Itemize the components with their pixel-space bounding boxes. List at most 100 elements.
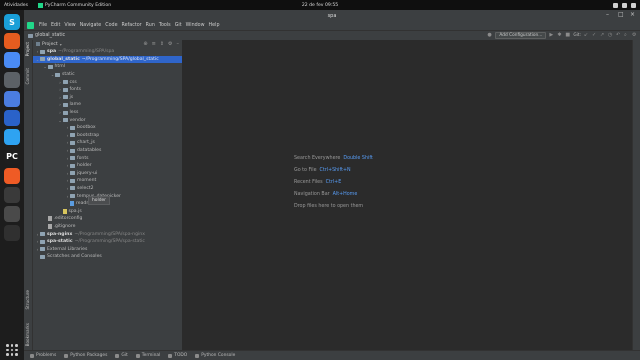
tree-row[interactable]: › lame: [33, 101, 182, 109]
dock-chrome-icon[interactable]: [4, 52, 20, 69]
git-update-icon[interactable]: ↙: [584, 33, 589, 38]
run-icon[interactable]: ▶: [549, 33, 554, 38]
dock-skype-icon[interactable]: S: [4, 14, 20, 30]
tab-project[interactable]: Project: [25, 42, 30, 56]
tree-row[interactable]: .editorconfig: [33, 215, 182, 223]
tree-row[interactable]: › datatables: [33, 147, 182, 155]
tree-row[interactable]: ⌄ html: [33, 63, 182, 71]
menu-item-tools[interactable]: Tools: [159, 23, 171, 28]
menu-item-view[interactable]: View: [64, 23, 75, 28]
chevron-right-icon[interactable]: ›: [58, 110, 63, 115]
tool-tab-python-console[interactable]: Python Console: [195, 353, 235, 358]
tree-row[interactable]: › js: [33, 94, 182, 102]
tool-tab-git[interactable]: Git: [115, 353, 128, 358]
dock-editor-icon[interactable]: [4, 90, 20, 107]
dock-firefox-icon[interactable]: [4, 33, 20, 50]
collapse-all-icon[interactable]: ≡: [152, 41, 156, 47]
tree-row[interactable]: › spa ~/Programming/SPA/spa: [33, 48, 182, 56]
tree-row[interactable]: ⌄ static: [33, 71, 182, 79]
tree-row[interactable]: › jquery-ui: [33, 170, 182, 178]
stop-icon[interactable]: ■: [565, 33, 570, 38]
chevron-right-icon[interactable]: ›: [58, 87, 63, 92]
expand-all-icon[interactable]: ⇕: [160, 41, 164, 47]
tab-structure[interactable]: Structure: [25, 290, 30, 309]
tree-row-label: css: [69, 79, 77, 85]
editor-area[interactable]: Search Everywhere Double Shift Go to File C…: [183, 40, 632, 350]
tool-tab-problems[interactable]: Problems: [30, 353, 56, 358]
tree-row[interactable]: › bootstrap: [33, 132, 182, 140]
tree-row[interactable]: › moment: [33, 177, 182, 185]
menu-item-code[interactable]: Code: [105, 23, 117, 28]
menu-item-window[interactable]: Window: [186, 23, 205, 28]
clock[interactable]: 22 de fev 09:55: [0, 3, 640, 8]
maximize-icon[interactable]: □: [618, 12, 624, 18]
close-icon[interactable]: ×: [630, 12, 636, 18]
hide-icon[interactable]: –: [177, 41, 180, 47]
tool-tab-python-packages[interactable]: Python Packages: [64, 353, 107, 358]
dock-files-icon[interactable]: [4, 71, 20, 88]
tool-window-icon: [135, 353, 140, 358]
tree-row[interactable]: › less: [33, 109, 182, 117]
tree-row[interactable]: › select2: [33, 185, 182, 193]
locate-icon[interactable]: ⊕: [143, 41, 147, 47]
tree-row[interactable]: Scratches and Consoles: [33, 253, 182, 261]
minimize-icon[interactable]: –: [606, 12, 612, 18]
tree-row[interactable]: › bootbox: [33, 124, 182, 132]
tool-tab-todo[interactable]: TODO: [168, 353, 187, 358]
menu-item-navigate[interactable]: Navigate: [80, 23, 102, 28]
show-apps-icon[interactable]: [6, 344, 18, 356]
tree-row[interactable]: › holder: [33, 162, 182, 170]
history-icon[interactable]: ◷: [608, 33, 613, 38]
project-panel-title[interactable]: Project: [42, 42, 58, 47]
tree-row[interactable]: › spa-nginx ~/Programming/SPA/spa-nginx: [33, 230, 182, 238]
rollback-icon[interactable]: ↶: [616, 33, 621, 38]
settings-icon[interactable]: ⚙: [632, 33, 637, 38]
tab-bookmarks[interactable]: Bookmarks: [25, 323, 30, 346]
tree-row[interactable]: › chart_js: [33, 139, 182, 147]
dock-terminal-icon[interactable]: [4, 186, 20, 203]
tree-row[interactable]: ⌄ global_static ~/Programming/SPA/global_s…: [33, 55, 182, 64]
dock-obs-icon[interactable]: [4, 225, 20, 242]
add-configuration-button[interactable]: Add Configuration...: [495, 32, 547, 39]
folder-icon: [55, 72, 60, 77]
system-tray[interactable]: [613, 2, 636, 8]
tree-row[interactable]: › spa-static ~/Programming/SPA/spa-static: [33, 238, 182, 246]
menu-item-git[interactable]: Git: [175, 23, 182, 28]
breadcrumb[interactable]: global_static: [35, 33, 65, 38]
tree-row[interactable]: › fonts: [33, 154, 182, 162]
tree-row-label: lame: [69, 102, 81, 108]
folder-icon: [40, 239, 45, 244]
dock-postman-icon[interactable]: [4, 167, 20, 184]
git-push-icon[interactable]: ↗: [600, 33, 605, 38]
tree-row[interactable]: ⌄ vendor: [33, 116, 182, 124]
git-commit-icon[interactable]: ✓: [592, 33, 597, 38]
user-icon[interactable]: ●: [487, 33, 492, 38]
menu-item-refactor[interactable]: Refactor: [122, 23, 142, 28]
tree-row[interactable]: .gitignore: [33, 223, 182, 231]
menu-item-help[interactable]: Help: [209, 23, 220, 28]
dock-notes-icon[interactable]: [4, 110, 20, 126]
menu-item-file[interactable]: File: [39, 23, 47, 28]
tree-row[interactable]: › fonts: [33, 86, 182, 94]
dock-kdenlive-icon[interactable]: [4, 206, 20, 222]
gear-icon[interactable]: ⚙: [168, 41, 172, 47]
tab-commit[interactable]: Commit: [25, 68, 30, 84]
chevron-down-icon[interactable]: ⌄: [43, 64, 48, 69]
chevron-right-icon[interactable]: ›: [58, 80, 63, 85]
debug-icon[interactable]: ✱: [557, 33, 562, 38]
chevron-right-icon[interactable]: ›: [58, 95, 63, 100]
tool-tab-terminal[interactable]: Terminal: [135, 353, 160, 358]
folder-icon: [40, 57, 45, 62]
menu-item-run[interactable]: Run: [146, 23, 155, 28]
chevron-down-icon[interactable]: ▾: [60, 42, 62, 47]
dock-vscode-icon[interactable]: [4, 129, 20, 146]
chevron-down-icon[interactable]: ⌄: [58, 118, 63, 123]
menu-item-edit[interactable]: Edit: [51, 23, 60, 28]
search-icon[interactable]: ⌕: [624, 33, 629, 38]
tree-row[interactable]: › External Libraries: [33, 245, 182, 253]
tree-row-label: html: [54, 64, 65, 70]
dock-pycharm-icon[interactable]: PC: [4, 148, 20, 165]
chevron-right-icon[interactable]: ›: [58, 102, 63, 107]
tree-row[interactable]: › css: [33, 78, 182, 86]
tree-row[interactable]: spa.js: [33, 207, 182, 215]
